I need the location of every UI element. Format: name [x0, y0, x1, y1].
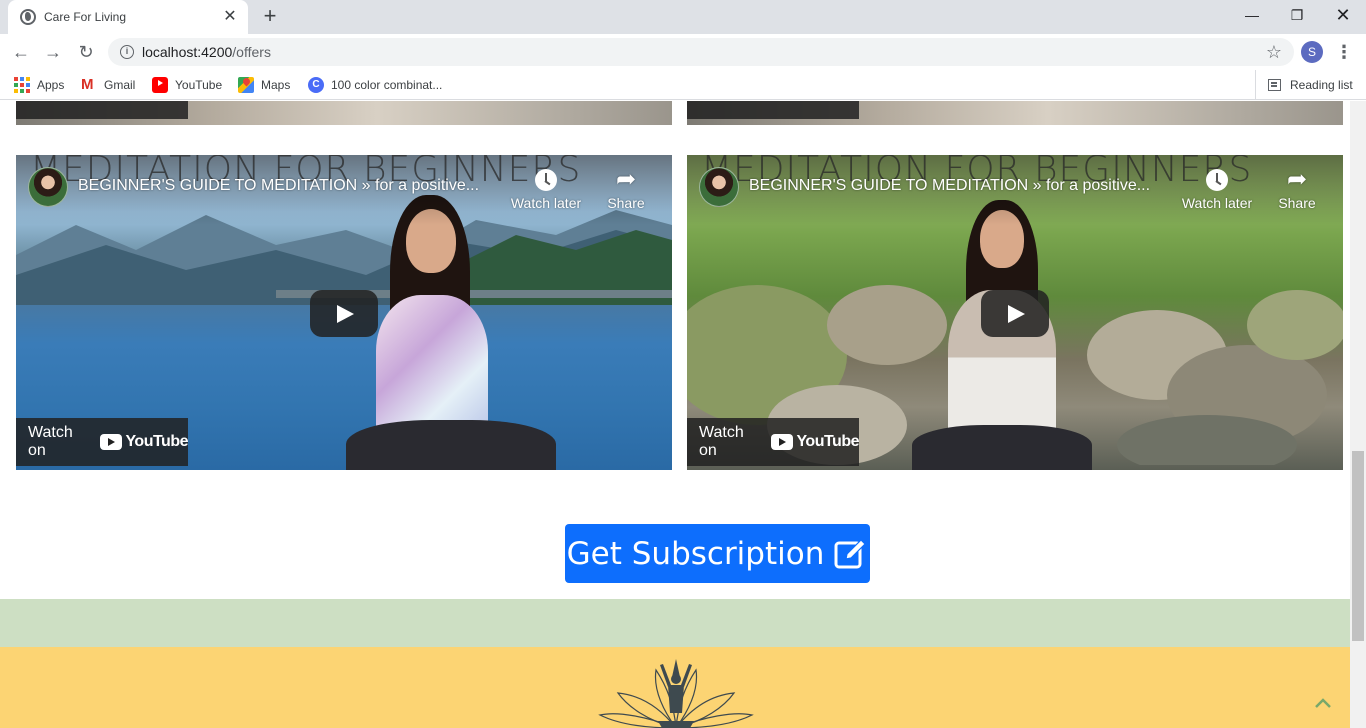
share-icon: ➦ [1286, 166, 1308, 193]
video-title[interactable]: BEGINNER'S GUIDE TO MEDITATION » for a p… [749, 177, 1179, 195]
share-button[interactable]: ➦ Share [590, 166, 662, 212]
tab-care-for-living[interactable]: Care For Living ✕ [8, 0, 248, 34]
yoga-lotus-logo [598, 659, 754, 728]
video-embed-previous[interactable] [16, 101, 672, 125]
gmail-icon: M [81, 76, 94, 93]
reading-list-label: Reading list [1290, 78, 1353, 92]
address-bar[interactable]: i localhost:4200/offers ☆ [108, 38, 1294, 66]
bookmark-color-combinations[interactable]: C 100 color combinat... [308, 76, 442, 94]
share-button[interactable]: ➦ Share [1261, 166, 1333, 212]
canva-icon: C [308, 77, 324, 93]
scroll-to-top-icon[interactable] [1313, 693, 1333, 713]
play-button[interactable] [981, 290, 1049, 337]
bookmark-youtube[interactable]: YouTube [152, 76, 222, 94]
watch-on-label: Watch on [28, 424, 73, 459]
play-button[interactable] [310, 290, 378, 337]
new-tab-button[interactable]: + [258, 5, 282, 29]
channel-avatar[interactable] [28, 167, 68, 207]
forward-button[interactable]: → [41, 40, 65, 64]
youtube-wordmark: YouTube [796, 433, 859, 450]
watch-on-youtube-button[interactable]: Watch on YouTube [687, 418, 859, 466]
tab-title: Care For Living [44, 10, 127, 24]
bookmark-star-icon[interactable]: ☆ [1266, 42, 1282, 63]
channel-avatar[interactable] [699, 167, 739, 207]
close-window-button[interactable]: ✕ [1320, 0, 1366, 30]
edit-icon [834, 538, 867, 568]
bookmark-maps[interactable]: Maps [238, 76, 290, 94]
back-button[interactable]: ← [9, 40, 33, 64]
share-label: Share [607, 195, 645, 211]
site-info-icon[interactable]: i [120, 45, 134, 59]
page-viewport: MEDITATION FOR BEGINNERS BEGINNER'S GUID… [0, 101, 1350, 728]
watch-later-button[interactable]: Watch later [1181, 167, 1253, 211]
watch-on-youtube-badge[interactable] [687, 101, 859, 119]
watch-later-label: Watch later [510, 195, 582, 211]
youtube-icon [771, 434, 794, 450]
globe-icon [20, 9, 36, 25]
close-tab-icon[interactable]: ✕ [222, 9, 238, 25]
youtube-logo: YouTube [100, 433, 188, 451]
video-title[interactable]: BEGINNER'S GUIDE TO MEDITATION » for a p… [78, 177, 508, 195]
reading-list-icon [1268, 79, 1281, 91]
get-subscription-button[interactable]: Get Subscription [565, 524, 870, 583]
youtube-wordmark: YouTube [125, 433, 188, 450]
page-scrollbar[interactable] [1350, 101, 1366, 728]
get-subscription-label: Get Subscription [566, 535, 825, 572]
share-label: Share [1278, 195, 1316, 211]
youtube-icon [100, 434, 123, 450]
bookmark-label: Maps [261, 78, 291, 92]
apps-grid-icon [14, 77, 30, 93]
profile-avatar[interactable]: S [1301, 41, 1323, 63]
reading-list-button[interactable]: Reading list [1255, 70, 1353, 100]
browser-menu-icon[interactable]: ⋮ [1335, 40, 1353, 64]
footer-divider-band [0, 599, 1350, 647]
watch-on-label: Watch on [699, 424, 744, 459]
bookmark-label: YouTube [175, 78, 223, 92]
video-embed-previous[interactable] [687, 101, 1343, 125]
restore-button[interactable]: ❐ [1274, 0, 1320, 30]
scrollbar-thumb[interactable] [1352, 451, 1364, 641]
url-host: localhost:4200 [142, 44, 233, 60]
youtube-logo: YouTube [771, 433, 859, 451]
share-icon: ➦ [615, 166, 637, 193]
video-embed-1[interactable]: MEDITATION FOR BEGINNERS BEGINNER'S GUID… [16, 155, 672, 470]
url-path: /offers [232, 44, 271, 60]
browser-toolbar: ← → ↻ i localhost:4200/offers ☆ [0, 34, 1366, 70]
bookmark-gmail[interactable]: M Gmail [81, 76, 135, 94]
minimize-button[interactable]: — [1229, 0, 1275, 30]
youtube-icon [152, 77, 168, 93]
reload-button[interactable]: ↻ [74, 40, 98, 64]
tab-strip: Care For Living ✕ + — ❐ ✕ [0, 0, 1366, 34]
watch-on-youtube-button[interactable]: Watch on YouTube [16, 418, 188, 466]
bookmark-label: 100 color combinat... [331, 78, 443, 92]
bookmark-apps[interactable]: Apps [14, 76, 64, 94]
bookmarks-bar: Apps M Gmail YouTube Maps C 100 color co… [0, 70, 1366, 100]
bookmark-label: Apps [37, 78, 65, 92]
video-embed-2[interactable]: MEDITATION FOR BEGINNERS BEGINNER'S GUID… [687, 155, 1343, 470]
maps-icon [238, 77, 254, 93]
watch-on-youtube-badge[interactable] [16, 101, 188, 119]
bookmark-label: Gmail [104, 78, 136, 92]
watch-later-button[interactable]: Watch later [510, 167, 582, 211]
watch-later-label: Watch later [1181, 195, 1253, 211]
clock-icon [1206, 169, 1228, 191]
clock-icon [535, 169, 557, 191]
